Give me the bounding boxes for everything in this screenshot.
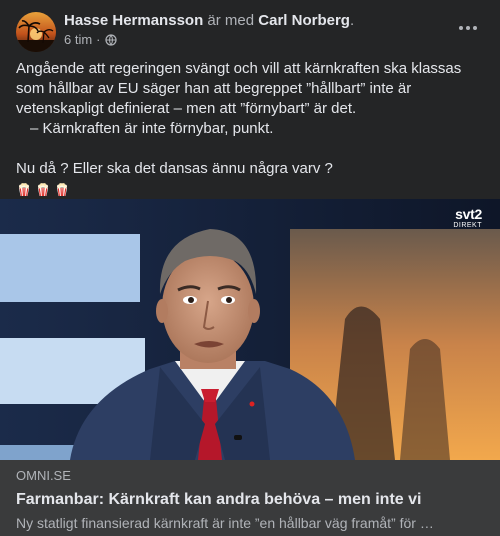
- link-domain: OMNI.SE: [16, 468, 71, 483]
- link-description: Ny statligt finansierad kärnkraft är int…: [16, 515, 434, 531]
- svt-logo-text: svt2: [455, 206, 482, 222]
- post-meta: 6 tim ·: [64, 32, 117, 48]
- tagged-suffix: .: [349, 12, 355, 29]
- author-line: Hasse Hermansson är med Carl Norberg.: [64, 12, 354, 30]
- more-options-icon[interactable]: [456, 20, 480, 36]
- popcorn-icon: [16, 181, 32, 197]
- timestamp[interactable]: 6 tim: [64, 32, 92, 48]
- popcorn-icon: [35, 181, 51, 197]
- facebook-post: Hasse Hermansson är med Carl Norberg. 6 …: [0, 0, 500, 536]
- link-preview[interactable]: OMNI.SE Farmanbar: Kärnkraft kan andra b…: [0, 460, 500, 536]
- link-title[interactable]: Farmanbar: Kärnkraft kan andra behöva – …: [16, 490, 484, 510]
- post-image[interactable]: svt2 DIREKT: [0, 199, 500, 460]
- meta-separator: ·: [96, 32, 101, 47]
- post-text: Angående att regeringen svängt och vill …: [16, 59, 486, 197]
- globe-icon[interactable]: [104, 34, 117, 46]
- post-paragraph-3: Nu då ? Eller ska det dansas ännu några …: [16, 160, 333, 177]
- post-paragraph-1: Angående att regeringen svängt och vill …: [16, 60, 462, 117]
- popcorn-icon: [54, 181, 70, 197]
- with-text: är med: [203, 12, 259, 29]
- post-paragraph-2: – Kärnkraften är inte förnybar, punkt.: [30, 120, 274, 137]
- avatar[interactable]: [16, 12, 56, 52]
- emoji-row: [16, 181, 486, 197]
- svt-live-label: DIREKT: [453, 222, 482, 229]
- svt-logo: svt2 DIREKT: [453, 207, 482, 230]
- tagged-name[interactable]: Carl Norberg: [258, 12, 350, 29]
- author-name[interactable]: Hasse Hermansson: [64, 12, 203, 29]
